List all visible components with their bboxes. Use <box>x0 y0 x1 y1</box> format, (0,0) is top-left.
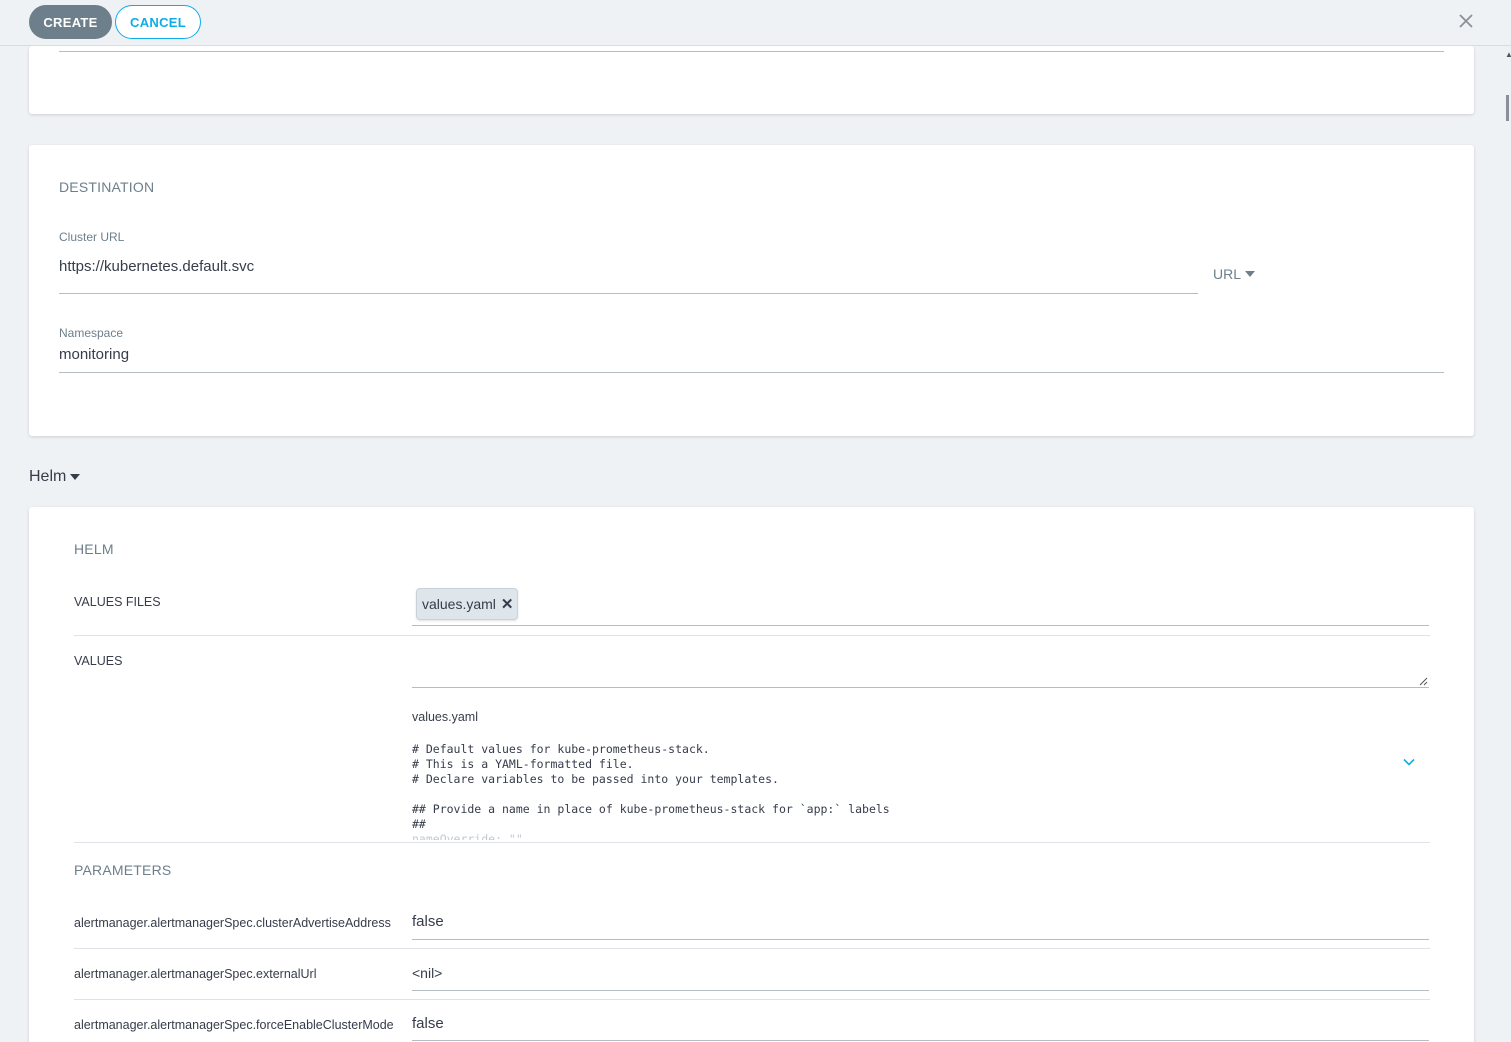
values-textarea[interactable] <box>412 645 1429 687</box>
scroll-up-icon[interactable]: ▲ <box>1505 50 1511 59</box>
caret-down-icon <box>1245 271 1256 277</box>
cluster-url-label: Cluster URL <box>59 230 125 244</box>
parameter-underline <box>412 1040 1429 1041</box>
code-line: nameOverride: "" <box>412 832 523 840</box>
code-line: # Declare variables to be passed into yo… <box>412 772 779 786</box>
code-line: # Default values for kube-prometheus-sta… <box>412 742 710 756</box>
namespace-input[interactable]: monitoring <box>59 346 129 363</box>
cancel-button[interactable]: CANCEL <box>115 5 201 39</box>
helm-source-type-toggle[interactable]: Helm <box>29 468 81 486</box>
cluster-url-input[interactable]: https://kubernetes.default.svc <box>59 258 254 275</box>
code-line: ## <box>412 817 426 831</box>
scrollbar-thumb[interactable] <box>1506 95 1509 121</box>
chevron-down-icon[interactable] <box>1402 755 1416 769</box>
row-divider <box>74 635 1430 636</box>
remove-chip-icon[interactable]: ✕ <box>501 595 514 613</box>
parameter-value-input[interactable]: false <box>412 1015 444 1032</box>
values-files-underline <box>412 625 1429 626</box>
top-toolbar: CREATE CANCEL <box>0 0 1511 46</box>
cluster-url-underline <box>59 293 1198 294</box>
parameter-value-input[interactable]: <nil> <box>412 965 442 981</box>
parameter-name: alertmanager.alertmanagerSpec.clusterAdv… <box>74 916 391 930</box>
row-divider <box>74 948 1430 949</box>
namespace-label: Namespace <box>59 326 124 340</box>
caret-down-icon <box>70 474 81 480</box>
row-divider <box>74 999 1430 1000</box>
url-selector-dropdown[interactable]: URL <box>1213 266 1256 282</box>
parameter-underline <box>412 939 1429 940</box>
resize-handle-icon[interactable] <box>1419 677 1428 686</box>
code-line: # This is a YAML-formatted file. <box>412 757 634 771</box>
close-icon[interactable] <box>1456 11 1476 31</box>
values-textarea-underline <box>412 687 1429 688</box>
destination-panel: DESTINATION Cluster URL https://kubernet… <box>29 145 1474 436</box>
values-label: VALUES <box>74 654 123 668</box>
parameters-title: PARAMETERS <box>74 862 172 878</box>
url-selector-label: URL <box>1213 266 1242 282</box>
code-line: ## Provide a name in place of kube-prome… <box>412 802 890 816</box>
helm-title: HELM <box>74 541 114 557</box>
create-button[interactable]: CREATE <box>29 5 112 39</box>
source-panel <box>29 46 1474 114</box>
field-underline <box>59 51 1444 52</box>
namespace-underline <box>59 372 1444 373</box>
values-file-name: values.yaml <box>412 710 478 724</box>
parameter-name: alertmanager.alertmanagerSpec.forceEnabl… <box>74 1018 394 1032</box>
values-file-chip: values.yaml ✕ <box>416 588 518 620</box>
parameter-underline <box>412 990 1429 991</box>
values-files-label: VALUES FILES <box>74 595 161 609</box>
helm-toggle-label: Helm <box>29 468 67 485</box>
values-file-chip-label: values.yaml <box>422 596 496 612</box>
row-divider <box>74 842 1430 843</box>
parameter-value-input[interactable]: false <box>412 913 444 930</box>
parameter-name: alertmanager.alertmanagerSpec.externalUr… <box>74 967 317 981</box>
destination-title: DESTINATION <box>59 179 155 195</box>
values-file-preview: # Default values for kube-prometheus-sta… <box>412 742 890 840</box>
